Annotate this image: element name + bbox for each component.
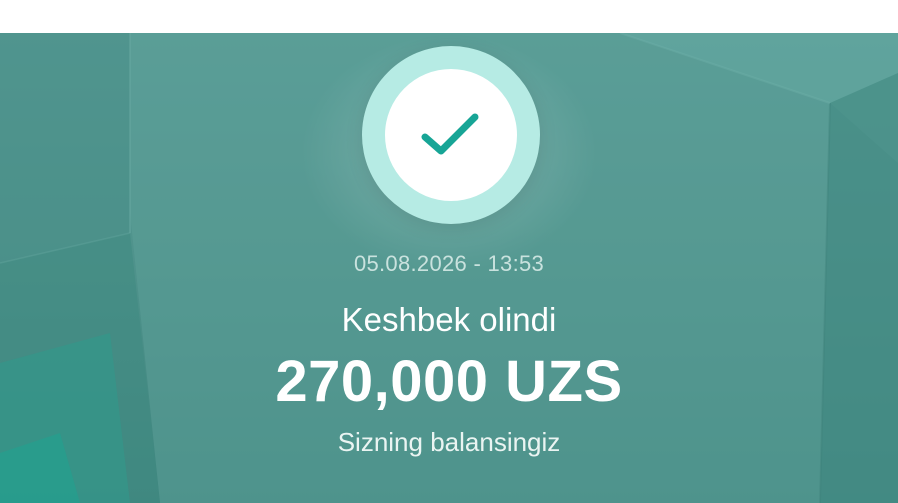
balance-caption: Sizning balansingiz — [337, 427, 561, 457]
check-icon — [421, 113, 479, 155]
screen: 05.08.2026 - 13:53 Keshbek olindi 270,00… — [0, 0, 898, 503]
transaction-title: Keshbek olindi — [341, 301, 557, 338]
cashback-amount: 270,000 UZS — [275, 349, 623, 414]
success-badge — [362, 46, 540, 224]
cashback-success-panel: 05.08.2026 - 13:53 Keshbek olindi 270,00… — [0, 33, 898, 503]
success-badge-inner — [385, 69, 517, 201]
transaction-datetime: 05.08.2026 - 13:53 — [353, 251, 545, 276]
